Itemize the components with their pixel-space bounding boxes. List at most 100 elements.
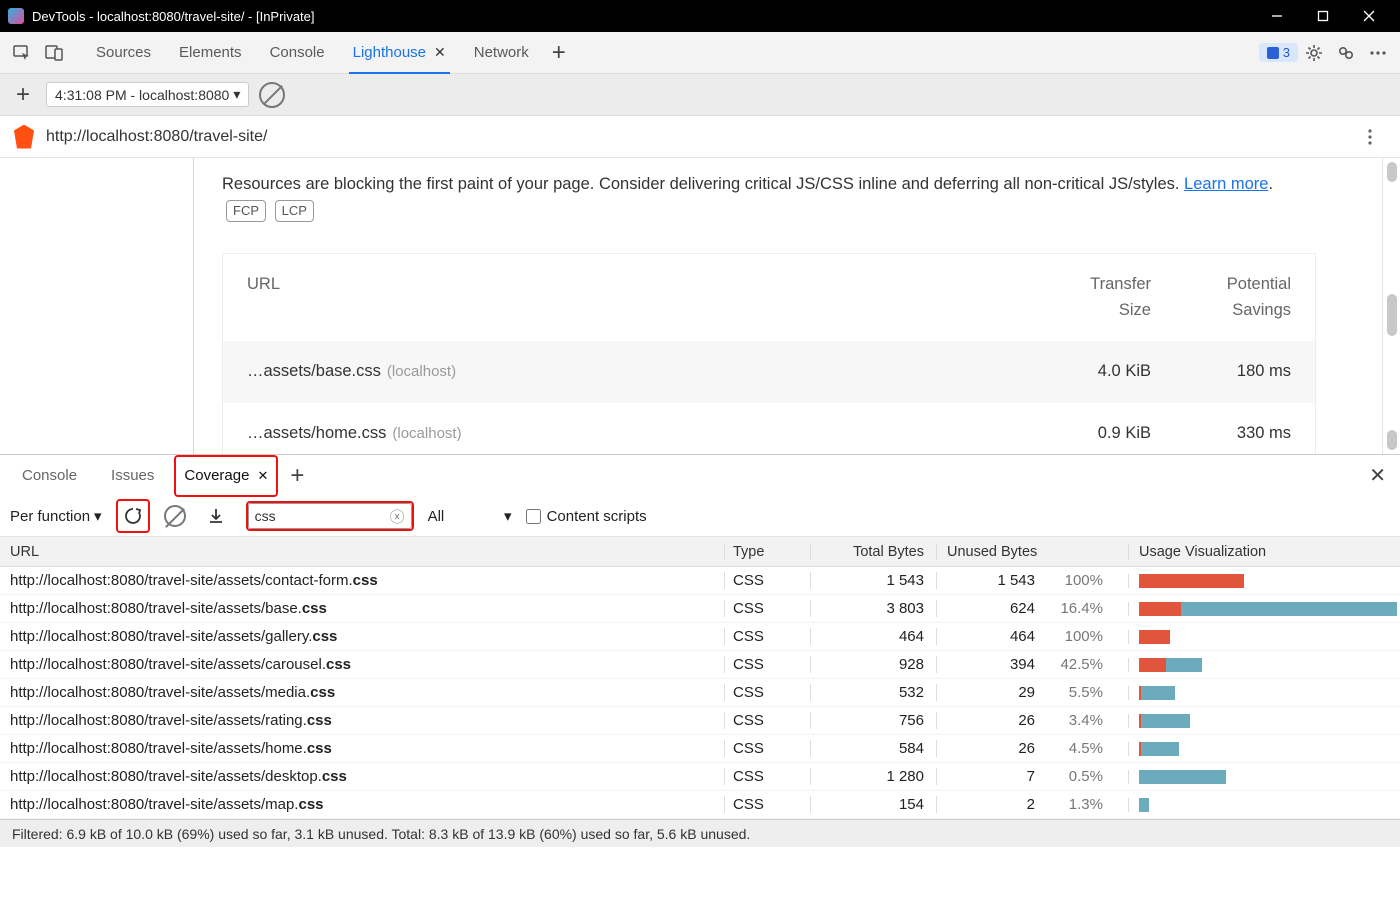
- lh-resource-row[interactable]: …assets/base.css(localhost) 4.0 KiB 180 …: [223, 341, 1315, 403]
- coverage-total: 154: [810, 796, 936, 813]
- scrollbar[interactable]: [1382, 158, 1400, 454]
- learn-more-link[interactable]: Learn more: [1184, 175, 1268, 193]
- coverage-row[interactable]: http://localhost:8080/travel-site/assets…: [0, 623, 1400, 651]
- coverage-unused: 264.5%: [936, 740, 1128, 757]
- activity-icon[interactable]: [1330, 37, 1362, 69]
- checkbox-input[interactable]: [526, 509, 541, 524]
- more-tabs-button[interactable]: +: [543, 37, 575, 69]
- coverage-url: http://localhost:8080/travel-site/assets…: [0, 684, 724, 701]
- lh-desc-text: Resources are blocking the first paint o…: [222, 175, 1184, 193]
- new-audit-button[interactable]: +: [10, 81, 36, 109]
- coverage-total: 532: [810, 684, 936, 701]
- drawer-tab-console[interactable]: Console: [8, 455, 91, 497]
- content-scripts-checkbox[interactable]: Content scripts: [526, 508, 647, 525]
- highlight-filter: css ⓧ: [246, 501, 414, 531]
- lighthouse-audit-bar: + 4:31:08 PM - localhost:8080 ▾: [0, 74, 1400, 116]
- minimize-button[interactable]: [1254, 0, 1300, 32]
- col-unused-bytes[interactable]: Unused Bytes: [936, 544, 1128, 560]
- coverage-url: http://localhost:8080/travel-site/assets…: [0, 572, 724, 589]
- resource-path: …assets/home.css: [247, 424, 386, 442]
- drawer-tab-issues[interactable]: Issues: [97, 455, 168, 497]
- coverage-row[interactable]: http://localhost:8080/travel-site/assets…: [0, 791, 1400, 819]
- drawer-more-button[interactable]: +: [284, 462, 310, 490]
- more-menu-icon[interactable]: [1362, 37, 1394, 69]
- coverage-scope-select[interactable]: Per function ▾: [10, 507, 102, 525]
- lh-right-gutter: [1336, 158, 1382, 454]
- coverage-unused: 263.4%: [936, 712, 1128, 729]
- coverage-url: http://localhost:8080/travel-site/assets…: [0, 656, 724, 673]
- coverage-type: CSS: [724, 600, 810, 617]
- coverage-url: http://localhost:8080/travel-site/assets…: [0, 628, 724, 645]
- clear-audit-icon[interactable]: [259, 82, 285, 108]
- device-toolbar-icon[interactable]: [38, 37, 70, 69]
- lh-resource-row[interactable]: …assets/home.css(localhost) 0.9 KiB 330 …: [223, 403, 1315, 454]
- coverage-row[interactable]: http://localhost:8080/travel-site/assets…: [0, 679, 1400, 707]
- drawer-close-button[interactable]: ✕: [1369, 463, 1386, 488]
- coverage-total: 1 280: [810, 768, 936, 785]
- coverage-vis: [1128, 658, 1400, 672]
- export-icon[interactable]: [200, 500, 232, 532]
- coverage-unused: 39442.5%: [936, 656, 1128, 673]
- lighthouse-icon: [14, 125, 34, 149]
- close-icon[interactable]: ✕: [434, 44, 446, 61]
- coverage-type-select[interactable]: All▾: [428, 507, 512, 525]
- audited-url: http://localhost:8080/travel-site/: [46, 128, 267, 146]
- inspect-element-icon[interactable]: [6, 37, 38, 69]
- coverage-unused: 464100%: [936, 628, 1128, 645]
- coverage-url: http://localhost:8080/travel-site/assets…: [0, 600, 724, 617]
- audit-selector[interactable]: 4:31:08 PM - localhost:8080 ▾: [46, 82, 249, 107]
- resource-path: …assets/base.css: [247, 362, 381, 380]
- close-button[interactable]: [1346, 0, 1392, 32]
- col-total-bytes[interactable]: Total Bytes: [810, 544, 936, 560]
- app-icon: [8, 8, 24, 24]
- tab-sources[interactable]: Sources: [82, 32, 165, 74]
- col-type[interactable]: Type: [724, 544, 810, 560]
- drawer-tab-coverage[interactable]: Coverage ✕: [174, 455, 278, 497]
- coverage-total: 928: [810, 656, 936, 673]
- coverage-row[interactable]: http://localhost:8080/travel-site/assets…: [0, 595, 1400, 623]
- drawer-tab-label: Issues: [111, 467, 154, 484]
- scroll-up-icon[interactable]: [1387, 162, 1397, 182]
- clear-coverage-icon[interactable]: [164, 505, 186, 527]
- tab-console[interactable]: Console: [256, 32, 339, 74]
- clear-filter-icon[interactable]: ⓧ: [390, 506, 405, 527]
- coverage-row[interactable]: http://localhost:8080/travel-site/assets…: [0, 735, 1400, 763]
- coverage-vis: [1128, 686, 1400, 700]
- reload-icon[interactable]: [121, 504, 145, 528]
- coverage-row[interactable]: http://localhost:8080/travel-site/assets…: [0, 763, 1400, 791]
- coverage-type: CSS: [724, 768, 810, 785]
- coverage-table-header: URL Type Total Bytes Unused Bytes Usage …: [0, 537, 1400, 567]
- tab-network[interactable]: Network: [460, 32, 543, 74]
- coverage-type: CSS: [724, 656, 810, 673]
- tab-lighthouse[interactable]: Lighthouse ✕: [339, 32, 460, 74]
- scrollbar-thumb[interactable]: [1387, 294, 1397, 336]
- coverage-toolbar: Per function ▾ css ⓧ All▾ Content script…: [0, 496, 1400, 537]
- col-usage-visualization[interactable]: Usage Visualization: [1128, 544, 1400, 560]
- window-title: DevTools - localhost:8080/travel-site/ -…: [32, 9, 1254, 24]
- coverage-filter-input[interactable]: css ⓧ: [248, 503, 412, 529]
- scroll-down-icon[interactable]: [1387, 430, 1397, 450]
- close-icon[interactable]: ✕: [257, 468, 268, 484]
- coverage-url: http://localhost:8080/travel-site/assets…: [0, 768, 724, 785]
- window-titlebar: DevTools - localhost:8080/travel-site/ -…: [0, 0, 1400, 32]
- coverage-row[interactable]: http://localhost:8080/travel-site/assets…: [0, 651, 1400, 679]
- tab-label: Lighthouse: [353, 44, 426, 61]
- coverage-vis: [1128, 630, 1400, 644]
- tab-elements[interactable]: Elements: [165, 32, 256, 74]
- coverage-unused: 70.5%: [936, 768, 1128, 785]
- resource-savings: 180 ms: [1151, 359, 1291, 385]
- maximize-button[interactable]: [1300, 0, 1346, 32]
- coverage-scope-label: Per function: [10, 508, 90, 525]
- resource-savings: 330 ms: [1151, 421, 1291, 447]
- coverage-type: CSS: [724, 796, 810, 813]
- coverage-vis: [1128, 574, 1400, 588]
- coverage-row[interactable]: http://localhost:8080/travel-site/assets…: [0, 567, 1400, 595]
- coverage-type: CSS: [724, 712, 810, 729]
- coverage-row[interactable]: http://localhost:8080/travel-site/assets…: [0, 707, 1400, 735]
- lh-menu-icon[interactable]: [1354, 121, 1386, 153]
- coverage-unused: 295.5%: [936, 684, 1128, 701]
- col-url[interactable]: URL: [0, 544, 724, 560]
- issues-badge[interactable]: 3: [1259, 43, 1298, 62]
- coverage-type: CSS: [724, 572, 810, 589]
- settings-icon[interactable]: [1298, 37, 1330, 69]
